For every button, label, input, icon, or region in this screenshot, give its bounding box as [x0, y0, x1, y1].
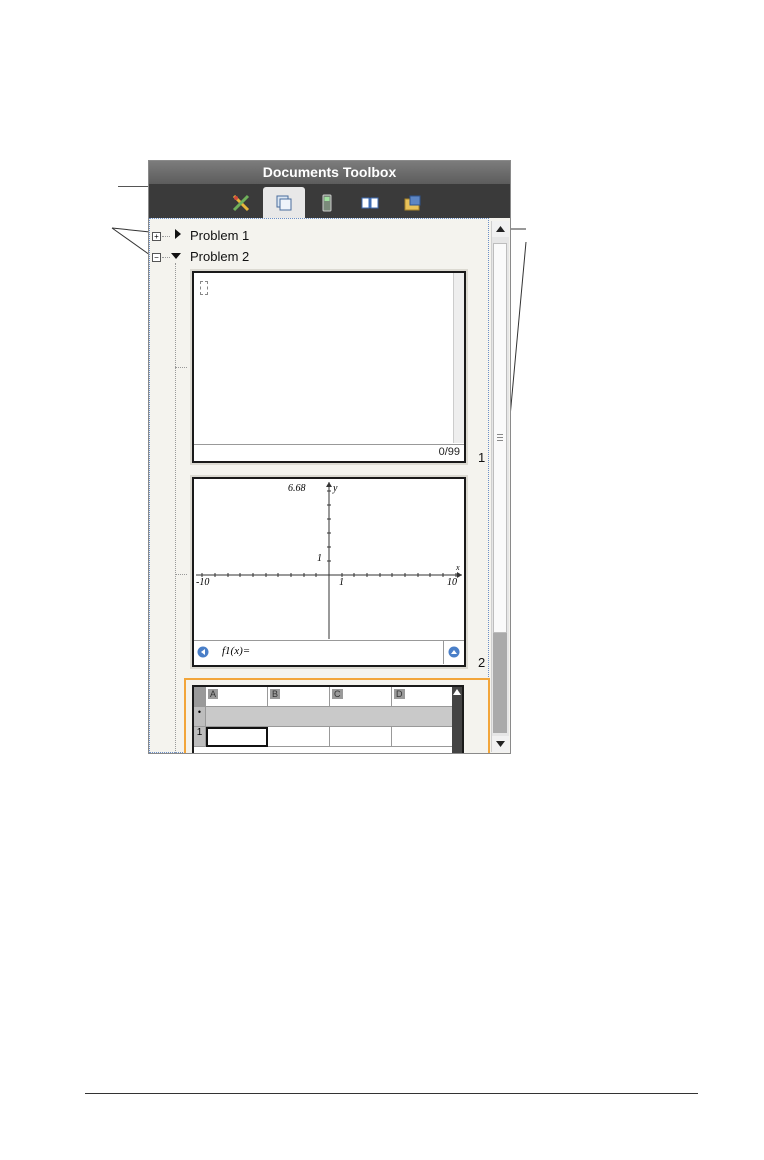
expanded-triangle-icon[interactable] [171, 252, 181, 260]
collapsed-triangle-icon[interactable] [174, 229, 182, 239]
emulator-icon [322, 194, 332, 212]
content-explorer-icon [361, 197, 379, 209]
entry-line[interactable]: f1(x)= [194, 640, 464, 665]
collapse-problem-2-toggle[interactable]: − [152, 253, 161, 262]
scroll-up-arrow-icon [496, 226, 505, 232]
expand-icon [448, 646, 460, 658]
notes-character-counter: 0/99 [438, 446, 460, 458]
cell-d1[interactable] [392, 727, 454, 747]
y-max-label: 6.68 [288, 483, 306, 494]
utilities-icon [404, 195, 421, 211]
footer-divider [85, 1093, 698, 1094]
column-header-a[interactable]: A [206, 687, 268, 707]
tab-utilities[interactable] [392, 187, 434, 218]
x-axis-label: x [456, 563, 460, 572]
tree-connector [175, 574, 187, 575]
cell-a1[interactable] [206, 727, 268, 747]
y-tick-label: 1 [317, 553, 322, 564]
expand-problem-1-toggle[interactable]: + [152, 232, 161, 241]
column-header-b[interactable]: B [268, 687, 330, 707]
page-thumbnail-3-selected[interactable]: A B C D • 1 [184, 678, 490, 753]
spreadsheet-scrollbar[interactable] [452, 687, 462, 753]
tab-content-explorer[interactable] [349, 187, 391, 218]
column-header-d[interactable]: D [392, 687, 454, 707]
scroll-track-lower[interactable] [493, 633, 507, 733]
tab-document-tools[interactable] [220, 187, 262, 218]
page-number-2: 2 [478, 655, 486, 670]
tab-page-sorter[interactable] [263, 187, 305, 218]
column-header-c[interactable]: C [330, 687, 392, 707]
scroll-up-icon[interactable] [453, 689, 461, 695]
tree-connector [175, 367, 187, 368]
spreadsheet-page: A B C D • 1 [192, 685, 464, 753]
graph-area [196, 482, 462, 639]
page-sorter-tree: + Problem 1 − Problem 2 0/99 1 6.68 y x … [149, 218, 490, 753]
notes-scrollbar[interactable] [453, 273, 464, 443]
problem-2-label[interactable]: Problem 2 [190, 249, 249, 264]
formula-row[interactable] [206, 707, 454, 727]
scroll-down-button[interactable] [492, 736, 509, 752]
toolbox-tab-bar [149, 184, 510, 218]
x-max-label: 10 [447, 577, 457, 588]
page-sorter-icon [276, 195, 292, 211]
tab-emulator[interactable] [306, 187, 348, 218]
scroll-down-arrow-icon [496, 741, 505, 747]
cell-b1[interactable] [268, 727, 330, 747]
row-header-1: 1 [194, 727, 206, 747]
documents-toolbox: Documents Toolbox + Problem 1 − Problem … [148, 160, 511, 754]
notes-page: 0/99 [192, 271, 466, 463]
cell-c1[interactable] [330, 727, 392, 747]
page-number-1: 1 [478, 450, 486, 465]
notes-status-bar: 0/99 [194, 444, 464, 461]
page-thumbnail-1[interactable]: 0/99 [190, 269, 468, 465]
scroll-up-button[interactable] [492, 221, 509, 237]
graph-page: 6.68 y x 1 -10 1 10 f1(x)= [192, 477, 466, 667]
toolbox-title: Documents Toolbox [149, 161, 510, 184]
expand-entry-button[interactable] [443, 641, 464, 664]
tree-connector [162, 236, 170, 237]
history-back-icon[interactable] [197, 646, 209, 658]
tree-branch-line [175, 263, 176, 753]
corner-cell [194, 687, 206, 707]
x-tick-label: 1 [339, 577, 344, 588]
callout-line-toolbox [118, 186, 150, 187]
text-cursor-icon [200, 281, 208, 295]
formula-row-marker: • [194, 707, 206, 727]
document-tools-icon [232, 194, 250, 212]
y-axis-label: y [333, 483, 338, 494]
problem-1-label[interactable]: Problem 1 [190, 228, 249, 243]
x-min-label: -10 [196, 577, 210, 588]
page-thumbnail-2[interactable]: 6.68 y x 1 -10 1 10 f1(x)= [190, 475, 468, 669]
tree-connector [162, 257, 170, 258]
function-entry-text[interactable]: f1(x)= [222, 645, 250, 657]
toolbox-vertical-scrollbar[interactable] [491, 221, 509, 752]
scroll-thumb[interactable] [493, 243, 507, 633]
